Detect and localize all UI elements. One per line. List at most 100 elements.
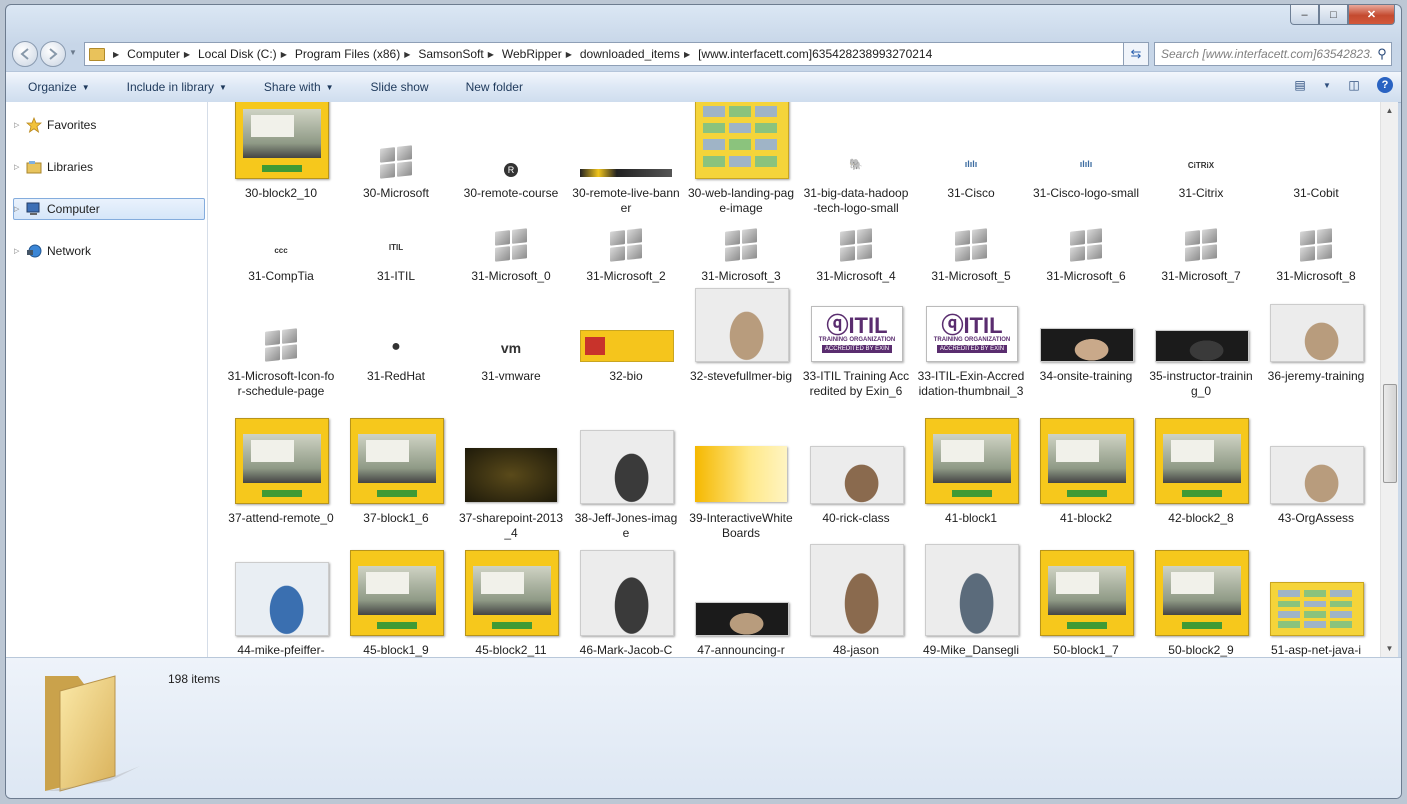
- recent-pages-dropdown-icon[interactable]: ▼: [69, 48, 77, 57]
- file-name: 49-Mike_Dansegli: [922, 643, 1020, 657]
- maximize-button[interactable]: □: [1319, 5, 1348, 25]
- nav-item-favorites[interactable]: ▷ Favorites: [14, 115, 204, 135]
- photo-thumbnail-icon: [1270, 304, 1364, 362]
- new-folder-button[interactable]: New folder: [444, 80, 538, 94]
- breadcrumb-item[interactable]: [www.interfacett.com]635428238993270214: [698, 47, 932, 61]
- breadcrumb-item[interactable]: SamsonSoft ▶: [418, 47, 502, 61]
- address-bar[interactable]: ▶ Computer ▶ Local Disk (C:) ▶ Program Files…: [84, 42, 1146, 66]
- navigation-pane: ▷ Favorites ▷ Libraries ▷ Computer ▷ Net…: [6, 102, 208, 657]
- promo-thumbnail-icon: [350, 550, 444, 636]
- file-name: 34-onsite-training: [1039, 369, 1133, 383]
- breadcrumb-item[interactable]: downloaded_items ▶: [580, 47, 698, 61]
- registered-mark-icon: R: [504, 163, 518, 177]
- promo-thumbnail-icon: [925, 418, 1019, 504]
- file-name: 30-Microsoft: [362, 186, 430, 200]
- photo-thumbnail-icon: [235, 562, 329, 636]
- back-button[interactable]: [12, 41, 38, 67]
- cisco-logo-icon: ılılı: [964, 159, 978, 169]
- photo-thumbnail-icon: [1155, 330, 1249, 362]
- file-name: 45-block1_9: [363, 643, 429, 657]
- file-name: 42-block2_8: [1168, 511, 1234, 525]
- breadcrumb-separator-icon[interactable]: ▶: [404, 50, 410, 59]
- slide-show-button[interactable]: Slide show: [349, 80, 444, 94]
- expand-arrow-icon[interactable]: ▷: [14, 121, 26, 129]
- preview-pane-icon[interactable]: ◫: [1345, 77, 1363, 93]
- expand-arrow-icon[interactable]: ▷: [14, 205, 26, 213]
- minimize-button[interactable]: –: [1290, 5, 1319, 25]
- banner-thumbnail-icon: [580, 169, 672, 177]
- vertical-scrollbar[interactable]: ▲ ▼: [1380, 102, 1398, 657]
- nav-item-label: Favorites: [47, 118, 97, 132]
- breadcrumb-label: Computer: [127, 47, 180, 61]
- scrollbar-thumb[interactable]: [1383, 384, 1397, 483]
- promo-thumbnail-icon: [235, 418, 329, 504]
- file-name: 31-Microsoft-Icon-for-schedule-page: [227, 369, 335, 398]
- search-icon[interactable]: ⚲: [1373, 46, 1391, 62]
- nav-item-network[interactable]: ▷ Network: [14, 241, 204, 261]
- file-name: 36-jeremy-training: [1267, 369, 1365, 383]
- organize-menu[interactable]: Organize ▼: [6, 80, 105, 94]
- nav-item-label: Network: [47, 244, 92, 258]
- file-name: 33-ITIL-Exin-Accredidation-thumbnail_3: [917, 369, 1025, 398]
- command-bar: Organize ▼ Include in library ▼ Share with…: [6, 71, 1401, 103]
- chevron-down-icon: ▼: [325, 82, 334, 92]
- slide-show-label: Slide show: [370, 80, 429, 94]
- breadcrumb-item[interactable]: Computer ▶: [127, 47, 198, 61]
- citrix-logo-icon: CiTRiX: [1187, 160, 1215, 170]
- sharepoint-thumbnail-icon: [465, 448, 557, 502]
- file-name: 30-remote-course: [463, 186, 559, 200]
- photo-thumbnail-icon: [810, 446, 904, 504]
- breadcrumb-separator-icon: ▶: [113, 49, 120, 59]
- nav-item-computer[interactable]: ▷ Computer: [13, 198, 205, 220]
- breadcrumb-item[interactable]: WebRipper ▶: [502, 47, 580, 61]
- nav-item-libraries[interactable]: ▷ Libraries: [14, 157, 204, 177]
- breadcrumb-separator-icon[interactable]: ▶: [281, 50, 287, 59]
- landing-page-thumbnail-icon: [1270, 582, 1364, 636]
- file-name: 31-Cobit: [1293, 186, 1339, 200]
- include-in-library-menu[interactable]: Include in library ▼: [105, 80, 242, 94]
- file-name: 31-Microsoft_6: [1046, 269, 1126, 283]
- file-name: 50-block2_9: [1168, 643, 1234, 657]
- file-name: 44-mike-pfeiffer-: [237, 643, 325, 657]
- windows-logo-icon: [495, 228, 527, 262]
- help-icon[interactable]: ?: [1377, 77, 1393, 93]
- photo-thumbnail-icon: [925, 544, 1019, 636]
- breadcrumb-item[interactable]: Program Files (x86) ▶: [295, 47, 419, 61]
- itil-logo-icon: ITIL: [388, 242, 404, 252]
- refresh-button[interactable]: ⇆: [1123, 42, 1149, 66]
- expand-arrow-icon[interactable]: ▷: [14, 247, 26, 255]
- file-name: 31-Microsoft_4: [816, 269, 896, 283]
- library-icon: [26, 160, 42, 174]
- comptia-logo-icon: ccc: [274, 245, 288, 255]
- photo-thumbnail-icon: [810, 544, 904, 636]
- share-with-menu[interactable]: Share with ▼: [242, 80, 349, 94]
- breadcrumb-separator-icon[interactable]: ▶: [488, 50, 494, 59]
- change-view-icon[interactable]: ▤: [1291, 77, 1309, 93]
- breadcrumb-item[interactable]: Local Disk (C:) ▶: [198, 47, 295, 61]
- cisco-logo-icon: ılılı: [1079, 159, 1093, 169]
- file-name: 46-Mark-Jacob-C: [579, 643, 673, 657]
- chevron-down-icon: ▼: [219, 82, 227, 92]
- windows-logo-icon: [840, 228, 872, 262]
- expand-arrow-icon[interactable]: ▷: [14, 163, 26, 171]
- view-options-dropdown-icon[interactable]: ▼: [1323, 77, 1331, 93]
- file-name: 31-vmware: [481, 369, 541, 383]
- file-name: 31-ITIL: [376, 269, 415, 283]
- forward-button[interactable]: [40, 41, 66, 67]
- search-input[interactable]: Search [www.interfacett.com]63542823... …: [1154, 42, 1392, 66]
- breadcrumb-separator-icon[interactable]: ▶: [684, 50, 690, 59]
- promo-thumbnail-icon: [465, 550, 559, 636]
- scroll-down-icon[interactable]: ▼: [1381, 640, 1398, 657]
- close-button[interactable]: ✕: [1348, 5, 1395, 25]
- vmware-logo-icon: vm: [500, 340, 522, 356]
- breadcrumb-separator-icon[interactable]: ▶: [184, 50, 190, 59]
- windows-logo-icon: [1070, 228, 1102, 262]
- promo-thumbnail-icon: [1040, 550, 1134, 636]
- promo-thumbnail-icon: [1040, 418, 1134, 504]
- windows-logo-icon: [1185, 228, 1217, 262]
- file-name: 30-block2_10: [244, 186, 318, 200]
- cobit-logo-icon: CobiT: [1303, 161, 1329, 171]
- breadcrumb-separator-icon[interactable]: ▶: [566, 50, 572, 59]
- breadcrumb: Computer ▶ Local Disk (C:) ▶ Program Files (…: [127, 47, 932, 61]
- scroll-up-icon[interactable]: ▲: [1381, 102, 1398, 119]
